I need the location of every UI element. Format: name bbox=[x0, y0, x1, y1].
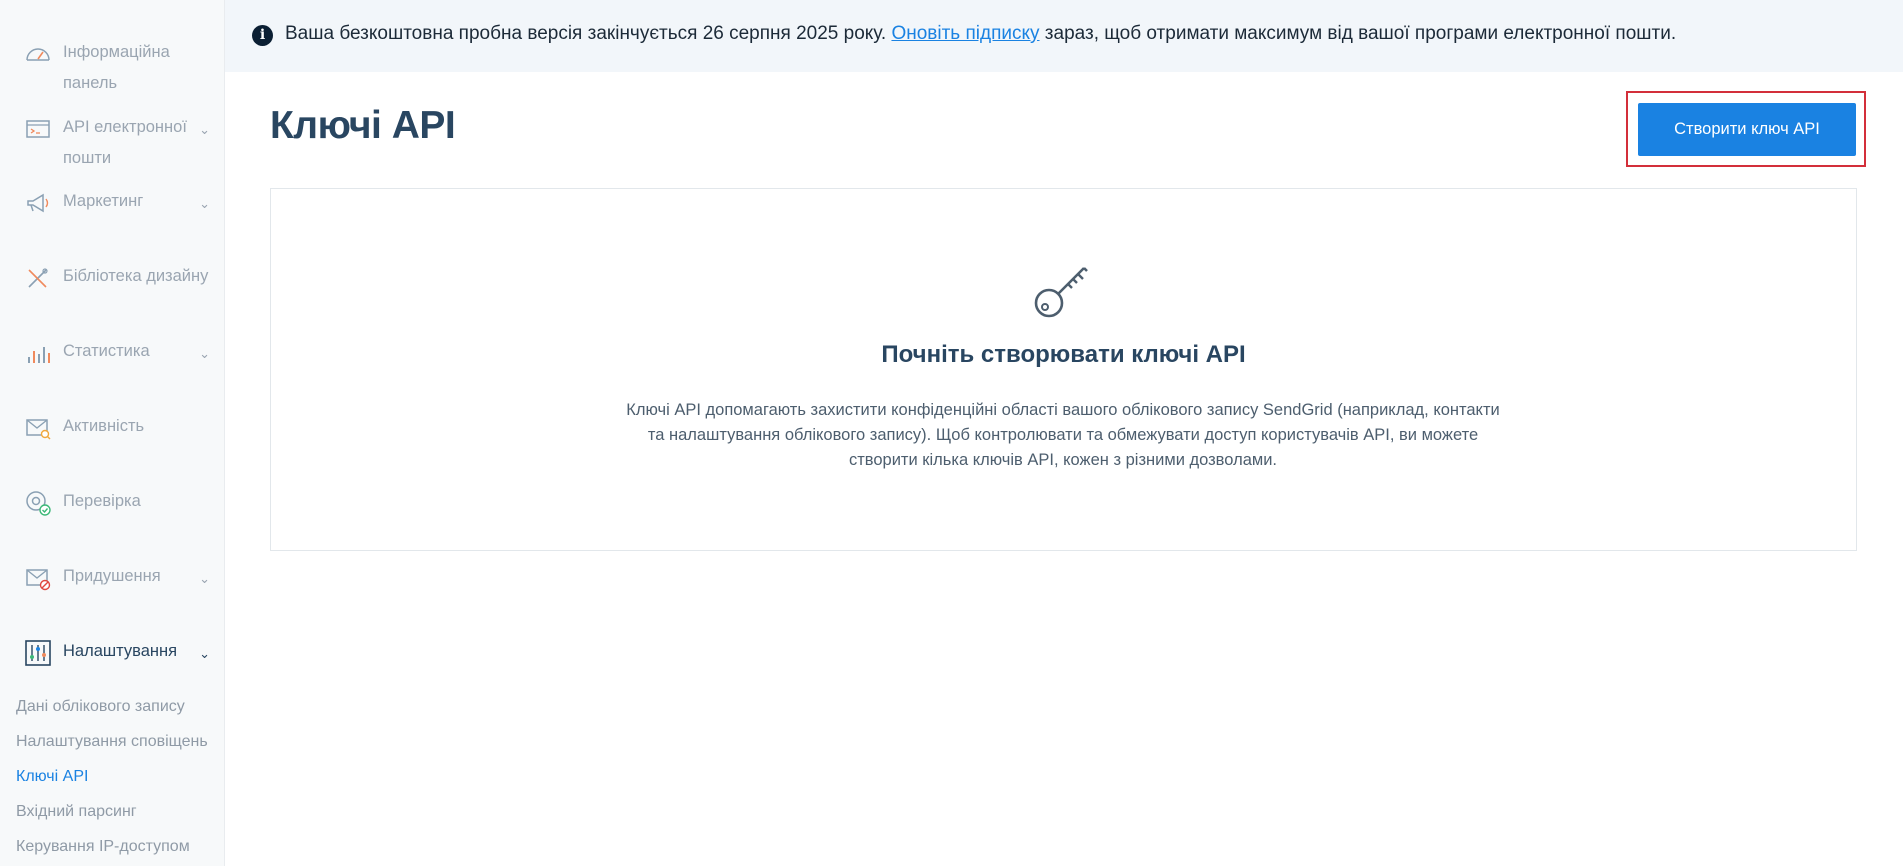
sidebar-item-email-api[interactable]: API електронної пошти ⌄ bbox=[18, 112, 218, 174]
chevron-down-icon: ⌄ bbox=[199, 346, 210, 361]
chevron-up-icon: ⌄ bbox=[199, 646, 210, 661]
sidebar-subitem-account-details[interactable]: Дані облікового запису bbox=[16, 698, 185, 716]
info-icon: i bbox=[252, 25, 273, 46]
sidebar-item-statistics[interactable]: Статистика ⌄ bbox=[18, 336, 218, 367]
design-tools-icon bbox=[28, 268, 48, 288]
sidebar-item-marketing[interactable]: Маркетинг ⌄ bbox=[18, 186, 218, 217]
envelope-search-icon bbox=[26, 419, 51, 440]
sidebar-item-settings[interactable]: Налаштування ⌄ bbox=[18, 636, 218, 667]
sidebar-subitem-inbound-parse[interactable]: Вхідний парсинг bbox=[16, 803, 137, 821]
megaphone-icon bbox=[27, 193, 49, 213]
bar-chart-icon bbox=[28, 347, 50, 363]
sidebar-subitem-api-keys[interactable]: Ключі API bbox=[16, 768, 88, 786]
sidebar-item-suppressions[interactable]: Придушення ⌄ bbox=[18, 561, 218, 592]
key-icon bbox=[1034, 267, 1088, 318]
sidebar-item-validation[interactable]: Перевірка bbox=[18, 486, 218, 517]
page-title: Ключі API bbox=[270, 104, 456, 147]
chevron-down-icon: ⌄ bbox=[199, 196, 210, 211]
dashboard-gauge-icon bbox=[26, 48, 50, 61]
sidebar-item-design-library[interactable]: Бібліотека дизайну bbox=[18, 261, 218, 292]
chevron-down-icon: ⌄ bbox=[199, 122, 210, 137]
sidebar: Інформаційна панель API електронної пошт… bbox=[0, 0, 225, 866]
banner-text-before: Ваша безкоштовна пробна версія закінчуєт… bbox=[285, 23, 887, 44]
empty-state-card bbox=[270, 188, 1857, 551]
trial-banner: i Ваша безкоштовна пробна версія закінчу… bbox=[225, 0, 1903, 72]
banner-message: Ваша безкоштовна пробна версія закінчуєт… bbox=[285, 23, 1676, 45]
banner-text-after: зараз, щоб отримати максимум від вашої п… bbox=[1039, 23, 1677, 44]
at-check-icon bbox=[26, 491, 51, 516]
empty-state-title: Почніть створювати ключі API bbox=[881, 341, 1246, 368]
sidebar-subitem-ip-access[interactable]: Керування IP-доступом bbox=[16, 838, 190, 856]
envelope-block-icon bbox=[26, 569, 51, 591]
sidebar-subitem-alert-settings[interactable]: Налаштування сповіщень bbox=[16, 733, 208, 751]
sidebar-item-dashboard[interactable]: Інформаційна панель bbox=[18, 37, 218, 99]
email-api-terminal-icon bbox=[26, 120, 50, 138]
settings-sliders-icon bbox=[25, 640, 51, 666]
create-api-key-button[interactable]: Створити ключ API bbox=[1638, 103, 1856, 156]
empty-state-description: Ключі API допомагають захистити конфіден… bbox=[626, 401, 1500, 469]
sidebar-item-activity[interactable]: Активність bbox=[18, 411, 218, 442]
upgrade-subscription-link[interactable]: Оновіть підписку bbox=[891, 23, 1039, 44]
chevron-down-icon: ⌄ bbox=[199, 571, 210, 586]
